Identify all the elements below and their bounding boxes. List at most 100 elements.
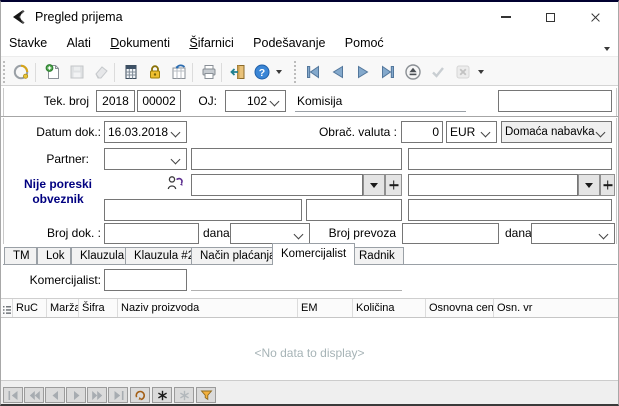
refresh-button[interactable] (9, 60, 32, 84)
help-icon: ? (253, 63, 271, 81)
obracun-valuta-label: Obrač. valuta : (297, 121, 397, 143)
nabavka-type-select[interactable]: Domaća nabavka (501, 121, 612, 143)
oj-label: OJ: (185, 90, 217, 112)
toolbar-overflow-icon[interactable] (478, 70, 484, 74)
toolbar-grip[interactable] (294, 61, 299, 83)
menu-sifarnici[interactable]: Šifarnici (181, 32, 241, 54)
next-record-button[interactable] (351, 60, 374, 84)
first-record-button[interactable] (301, 60, 324, 84)
nav-next-page-button[interactable] (87, 387, 107, 403)
lookup1-field[interactable] (191, 174, 363, 196)
lookup2-add-button[interactable] (600, 174, 615, 196)
valuta-amount-field[interactable]: 0 (401, 121, 443, 143)
grid-body[interactable]: <No data to display> (1, 318, 618, 380)
menu-alati[interactable]: Alati (59, 32, 99, 54)
nav-next-icon (70, 390, 83, 401)
last-record-button[interactable] (376, 60, 399, 84)
partner-name-field[interactable] (191, 148, 402, 170)
grid-column-sifra[interactable]: Šifra (79, 299, 118, 317)
lookup1-dropdown-button[interactable] (363, 174, 385, 196)
menu-dokumenti[interactable]: Dokumenti (102, 32, 178, 54)
tab-klauzula[interactable]: Klauzula (71, 247, 133, 265)
grid-column-kolicina[interactable]: Količina (353, 299, 426, 317)
lookup2-dropdown-button[interactable] (578, 174, 600, 196)
tab-komercijalist[interactable]: Komercijalist (272, 243, 355, 265)
dana-select[interactable] (230, 223, 310, 244)
address2-field[interactable] (306, 199, 402, 221)
save-icon (68, 63, 86, 81)
komercijalist-select[interactable] (104, 269, 187, 291)
nav-insert-button[interactable] (152, 387, 172, 403)
nav-prior-button[interactable] (45, 387, 65, 403)
year-field[interactable]: 2018 (96, 90, 135, 112)
number-field[interactable]: 00002 (137, 90, 181, 112)
toolbar-separator (35, 63, 36, 82)
nav-refresh-button[interactable] (130, 387, 150, 403)
confirm-button[interactable] (426, 60, 449, 84)
address1-field[interactable] (104, 199, 302, 221)
datum-dok-value: 16.03.2018 (108, 125, 168, 139)
nav-edit-button[interactable] (174, 387, 194, 403)
menu-stavke[interactable]: Stavke (1, 32, 55, 54)
nav-first-button[interactable] (3, 387, 23, 403)
menu-pomoc[interactable]: Pomoć (337, 32, 392, 54)
nav-prior-page-button[interactable] (24, 387, 44, 403)
calculator-icon (122, 63, 140, 81)
help-button[interactable]: ? (250, 60, 273, 84)
nav-insert-icon (156, 390, 169, 401)
cancel-button[interactable] (451, 60, 474, 84)
grid-column-ruc[interactable]: RuC (13, 299, 47, 317)
address3-field[interactable] (408, 199, 612, 221)
tab-tm[interactable]: TM (4, 247, 37, 265)
recalculate-button[interactable] (167, 60, 190, 84)
grid-column-em[interactable]: EM (298, 299, 353, 317)
application-window: Pregled prijema Stavke Alati Dokumenti Š… (0, 0, 619, 406)
previous-record-button[interactable] (326, 60, 349, 84)
partner-person-icon[interactable] (166, 175, 185, 191)
tab-nacin-placanja[interactable]: Način plaćanja (191, 247, 284, 265)
toolbar-grip[interactable] (3, 61, 8, 83)
lookup2-field[interactable] (408, 174, 578, 196)
header-extra-field[interactable] (498, 90, 612, 112)
erase-button[interactable] (89, 60, 112, 84)
print-button[interactable] (197, 60, 220, 84)
minimize-button[interactable] (483, 2, 528, 32)
dana-label-2: dana (502, 223, 528, 244)
maximize-button[interactable] (528, 2, 573, 32)
grid-column-naziv[interactable]: Naziv proizvoda (118, 299, 298, 317)
dropdown-triangle-icon (585, 183, 593, 188)
nabavka-type-value: Domaća nabavka (505, 126, 595, 138)
save-button[interactable] (65, 60, 88, 84)
toolbar-overflow-icon[interactable] (276, 70, 282, 74)
calculator-button[interactable] (119, 60, 142, 84)
lookup1-add-button[interactable] (385, 174, 402, 196)
new-document-button[interactable] (41, 60, 64, 84)
lock-button[interactable] (143, 60, 166, 84)
panel-border (616, 88, 617, 244)
tab-radnik[interactable]: Radnik (350, 247, 404, 265)
partner-select[interactable] (104, 148, 187, 170)
menu-podesavanje[interactable]: Podešavanje (245, 32, 333, 54)
dana2-select[interactable] (531, 223, 615, 244)
nav-next-button[interactable] (66, 387, 86, 403)
dropdown-triangle-icon (370, 183, 378, 188)
grid-column-osn-vr[interactable]: Osn. vr (494, 299, 619, 317)
valuta-code-select[interactable]: EUR (446, 121, 497, 143)
menu-bar: Stavke Alati Dokumenti Šifarnici Podešav… (1, 32, 618, 56)
broj-dok-field[interactable] (104, 223, 199, 244)
grid-column-osnovna-cena[interactable]: Osnovna cena (426, 299, 494, 317)
plus-icon (601, 175, 614, 195)
data-navigator (1, 380, 619, 406)
nav-last-button[interactable] (108, 387, 128, 403)
exit-button[interactable] (226, 60, 249, 84)
nav-filter-button[interactable] (196, 387, 216, 403)
datum-dok-select[interactable]: 16.03.2018 (104, 121, 187, 143)
oj-select[interactable]: 102 (225, 90, 286, 112)
menu-overflow-icon[interactable] (604, 47, 610, 51)
broj-prevoza-field[interactable] (402, 223, 499, 244)
grid-column-marza[interactable]: Marža (47, 299, 79, 317)
tab-lok[interactable]: Lok (37, 247, 71, 265)
eject-button[interactable] (401, 60, 424, 84)
close-button[interactable] (573, 2, 618, 32)
partner-name2-field[interactable] (408, 148, 612, 170)
